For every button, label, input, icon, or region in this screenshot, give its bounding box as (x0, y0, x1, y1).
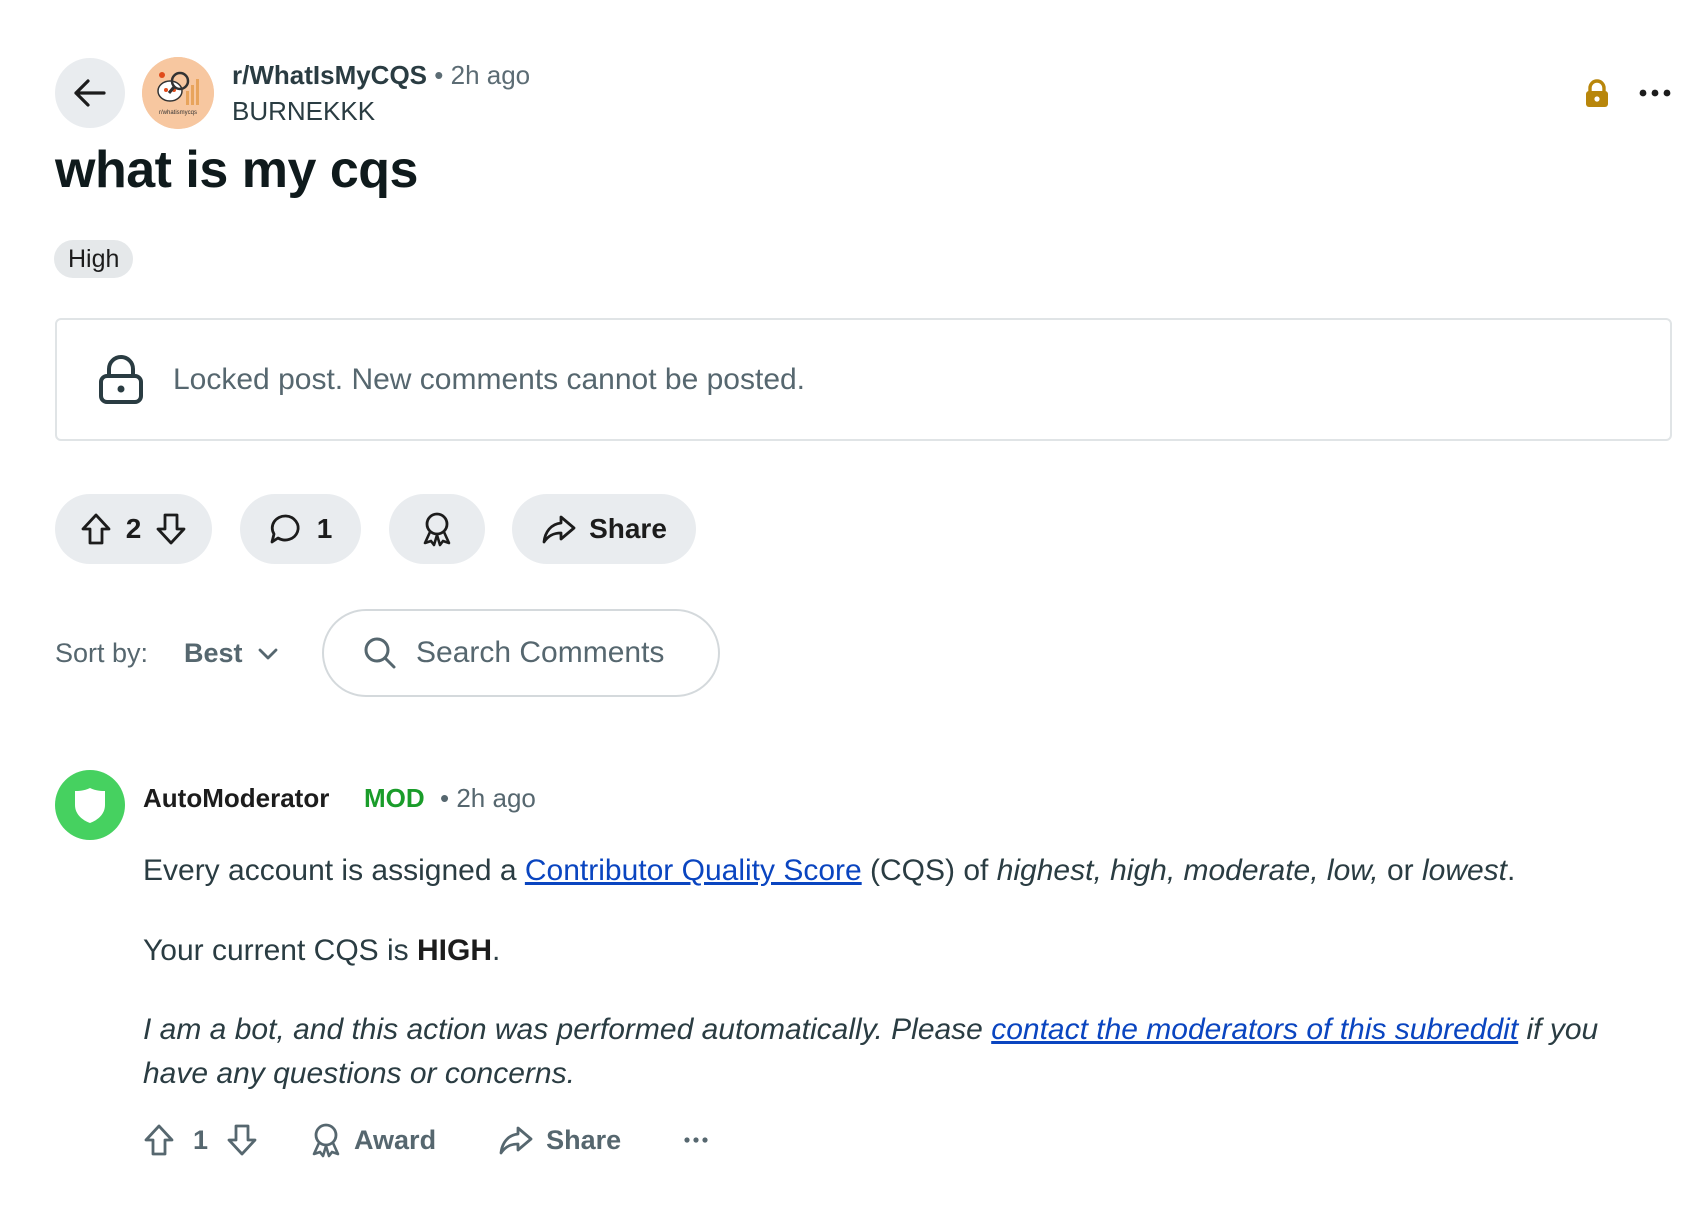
post-flair[interactable]: High (54, 240, 134, 278)
post-title: what is my cqs (55, 141, 418, 199)
svg-text:r/whatismycqs: r/whatismycqs (159, 110, 197, 116)
cqs-lowest: lowest (1421, 854, 1508, 887)
text-segment: Every account is assigned a (143, 854, 525, 887)
subreddit-link[interactable]: r/WhatIsMyCQS • 2h ago (232, 60, 530, 91)
moderator-avatar[interactable] (55, 770, 125, 840)
post-vote-count: 2 (125, 513, 142, 544)
locked-status-icon (1583, 79, 1611, 109)
comment-paragraph-2: Your current CQS is HIGH. (143, 929, 500, 973)
comment-action-bar: 1 Award Share (143, 1118, 709, 1162)
sort-dropdown[interactable]: Best (184, 638, 279, 669)
cqs-link[interactable]: Contributor Quality Score (525, 854, 862, 887)
award-label: Award (354, 1124, 437, 1155)
subreddit-avatar[interactable]: r/whatismycqs (142, 57, 214, 129)
text-segment: . (492, 934, 501, 967)
search-comments-box[interactable] (322, 609, 720, 697)
more-horizontal-icon (683, 1136, 709, 1144)
lock-icon (97, 354, 145, 406)
text-segment: I am a bot, and this action was performe… (143, 1013, 992, 1046)
share-label: Share (589, 513, 667, 544)
comments-button[interactable]: 1 (240, 494, 361, 564)
separator-dot: • (434, 60, 444, 90)
arrow-left-icon (73, 78, 107, 108)
sort-value: Best (184, 638, 243, 668)
chevron-down-icon (257, 647, 279, 661)
comment-vote-group: 1 (143, 1123, 258, 1157)
mod-badge: MOD (364, 783, 425, 813)
award-icon (310, 1122, 342, 1158)
post-time: 2h ago (450, 60, 531, 90)
share-icon (498, 1124, 534, 1156)
cqs-value: HIGH (417, 934, 492, 967)
text-segment: (CQS) of (861, 854, 997, 887)
post-author[interactable]: BURNEKKK (232, 96, 375, 127)
comment-award-button[interactable]: Award (310, 1122, 436, 1158)
locked-post-banner: Locked post. New comments cannot be post… (55, 318, 1672, 441)
share-icon (541, 513, 577, 545)
comment-icon (269, 512, 303, 546)
search-icon (362, 635, 398, 671)
downvote-icon[interactable] (226, 1123, 258, 1157)
comment-paragraph-1: Every account is assigned a Contributor … (143, 849, 1515, 893)
upvote-icon[interactable] (80, 512, 112, 546)
sort-label: Sort by: (55, 638, 149, 668)
subreddit-logo-icon: r/whatismycqs (142, 57, 214, 129)
comment-share-button[interactable]: Share (498, 1124, 621, 1156)
comment-more-button[interactable] (683, 1136, 709, 1144)
search-comments-input[interactable] (416, 636, 716, 670)
cqs-levels: highest, high, moderate, low, (996, 854, 1379, 887)
shield-icon (72, 785, 108, 825)
comment-paragraph-3: I am a bot, and this action was performe… (143, 1008, 1663, 1096)
more-options-button[interactable] (1635, 80, 1675, 106)
award-button[interactable] (389, 494, 485, 564)
comment-vote-count: 1 (193, 1124, 209, 1155)
text-segment: Your current CQS is (143, 934, 417, 967)
text-segment: or (1378, 854, 1422, 887)
share-button[interactable]: Share (512, 494, 696, 564)
separator-dot: • (440, 783, 450, 813)
contact-moderators-link[interactable]: contact the moderators of this subreddit (991, 1013, 1518, 1046)
share-label: Share (546, 1124, 622, 1155)
comment-timestamp: 2h ago (456, 783, 536, 813)
more-horizontal-icon (1639, 89, 1671, 97)
back-button[interactable] (55, 58, 125, 128)
comment-count: 1 (316, 513, 333, 544)
locked-message: Locked post. New comments cannot be post… (173, 362, 806, 396)
award-icon (421, 511, 453, 547)
post-vote-bar: 2 (55, 494, 212, 564)
comment-author[interactable]: AutoModerator (143, 783, 329, 814)
comment-time: • 2h ago (440, 783, 536, 814)
upvote-icon[interactable] (143, 1123, 175, 1157)
downvote-icon[interactable] (155, 512, 187, 546)
text-segment: . (1507, 854, 1516, 887)
subreddit-name[interactable]: r/WhatIsMyCQS (232, 60, 427, 90)
